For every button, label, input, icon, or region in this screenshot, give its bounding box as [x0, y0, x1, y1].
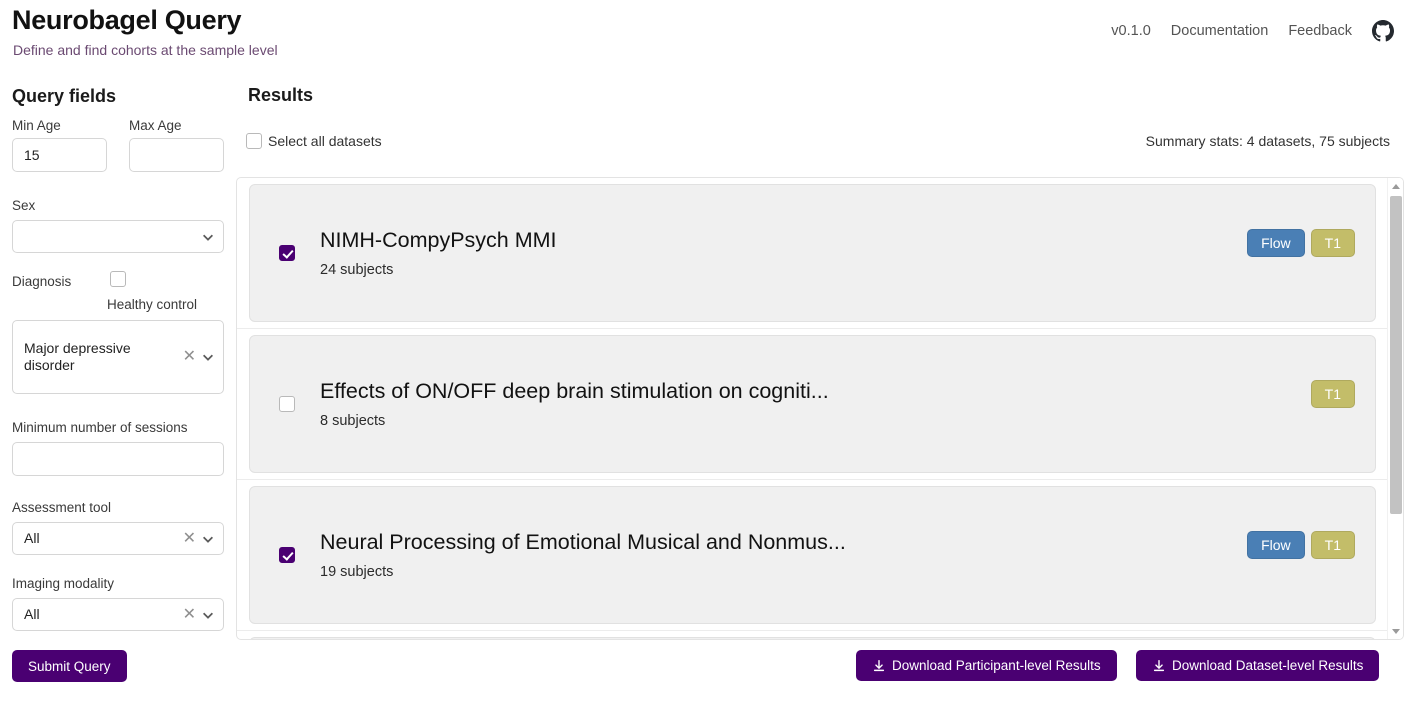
dataset-subject-count: 19 subjects — [320, 564, 394, 581]
scroll-up-icon[interactable] — [1388, 178, 1403, 194]
clear-icon[interactable]: ✕ — [183, 530, 196, 547]
dataset-subject-count: 24 subjects — [320, 262, 394, 279]
dataset-select-checkbox[interactable] — [279, 396, 295, 412]
download-dataset-results-label: Download Dataset-level Results — [1172, 658, 1364, 673]
dataset-result-card[interactable]: Effects of ON/OFF deep brain stimulation… — [249, 335, 1376, 473]
sex-label: Sex — [12, 198, 36, 213]
results-scrollbar[interactable] — [1387, 178, 1403, 639]
chevron-down-icon[interactable] — [201, 350, 215, 364]
modality-chip[interactable]: T1 — [1310, 229, 1355, 257]
diagnosis-value: Major depressive disorder — [24, 339, 131, 374]
summary-stats: Summary stats: 4 datasets, 75 subjects — [1145, 133, 1390, 149]
documentation-link[interactable]: Documentation — [1171, 23, 1269, 39]
download-dataset-results-button[interactable]: Download Dataset-level Results — [1136, 650, 1380, 681]
min-age-label: Min Age — [12, 118, 61, 133]
download-icon — [1152, 659, 1166, 673]
page-title: Neurobagel Query — [12, 5, 242, 35]
min-sessions-input[interactable] — [12, 442, 224, 476]
chevron-down-icon[interactable] — [201, 230, 215, 244]
results-title: Results — [248, 85, 314, 105]
dataset-name: Neural Processing of Emotional Musical a… — [320, 529, 846, 554]
dataset-subject-count: 8 subjects — [320, 413, 386, 430]
healthy-control-label: Healthy control — [107, 297, 198, 312]
select-all-datasets-label: Select all datasets — [268, 133, 382, 149]
modality-chip[interactable]: Flow — [1247, 531, 1305, 559]
results-scroll-area: NIMH-CompyPsych MMI 24 subjects Flow T1 Effe… — [237, 178, 1388, 639]
max-age-input[interactable] — [129, 138, 224, 172]
dataset-modality-chips: Flow T1 — [1247, 531, 1355, 559]
dataset-select-checkbox[interactable] — [279, 547, 295, 563]
healthy-control-checkbox[interactable] — [110, 271, 126, 287]
min-sessions-label: Minimum number of sessions — [12, 420, 188, 435]
min-age-input[interactable] — [12, 138, 107, 172]
imaging-modality-label: Imaging modality — [12, 576, 115, 591]
sex-select[interactable] — [12, 220, 224, 253]
download-participant-results-label: Download Participant-level Results — [892, 658, 1101, 673]
dataset-select-checkbox[interactable] — [279, 245, 295, 261]
imaging-modality-select[interactable]: All ✕ — [12, 598, 224, 631]
dataset-name: Effects of ON/OFF deep brain stimulation… — [320, 378, 829, 403]
select-all-datasets-checkbox[interactable] — [246, 133, 262, 149]
assessment-tool-select[interactable]: All ✕ — [12, 522, 224, 555]
modality-chip[interactable]: T1 — [1310, 380, 1355, 408]
dataset-name: NIMH-CompyPsych MMI — [320, 227, 557, 252]
app-header: Neurobagel Query Define and find cohorts… — [0, 0, 1414, 62]
query-fields-title: Query fields — [12, 86, 117, 106]
diagnosis-autocomplete[interactable]: Major depressive disorder ✕ — [12, 320, 224, 394]
header-nav: v0.1.0 Documentation Feedback — [1111, 20, 1394, 42]
scrollbar-thumb[interactable] — [1390, 196, 1402, 514]
assessment-tool-label: Assessment tool — [12, 500, 112, 515]
dataset-result-card[interactable] — [249, 637, 1376, 639]
diagnosis-label: Diagnosis — [12, 274, 72, 289]
dataset-modality-chips: Flow T1 — [1247, 229, 1355, 257]
clear-icon[interactable]: ✕ — [183, 349, 196, 365]
dataset-result-card[interactable]: Neural Processing of Emotional Musical a… — [249, 486, 1376, 624]
results-list-container: NIMH-CompyPsych MMI 24 subjects Flow T1 Effe… — [236, 177, 1404, 640]
version-label: v0.1.0 — [1111, 23, 1151, 39]
query-fields-panel: Query fields Min Age Max Age Sex Diagnos… — [0, 72, 236, 706]
page-subtitle: Define and find cohorts at the sample le… — [13, 42, 278, 58]
feedback-link[interactable]: Feedback — [1288, 23, 1352, 39]
chevron-down-icon[interactable] — [201, 608, 215, 622]
assessment-tool-value: All — [24, 529, 40, 546]
download-participant-results-button[interactable]: Download Participant-level Results — [856, 650, 1117, 681]
dataset-result-card[interactable]: NIMH-CompyPsych MMI 24 subjects Flow T1 — [249, 184, 1376, 322]
chevron-down-icon[interactable] — [201, 532, 215, 546]
max-age-label: Max Age — [129, 118, 182, 133]
github-icon[interactable] — [1372, 20, 1394, 42]
clear-icon[interactable]: ✕ — [183, 606, 196, 623]
imaging-modality-value: All — [24, 605, 40, 622]
dataset-modality-chips: T1 — [1310, 380, 1355, 408]
modality-chip[interactable]: Flow — [1247, 229, 1305, 257]
submit-query-button[interactable]: Submit Query — [12, 650, 127, 682]
download-icon — [872, 659, 886, 673]
scroll-down-icon[interactable] — [1388, 623, 1403, 639]
modality-chip[interactable]: T1 — [1310, 531, 1355, 559]
